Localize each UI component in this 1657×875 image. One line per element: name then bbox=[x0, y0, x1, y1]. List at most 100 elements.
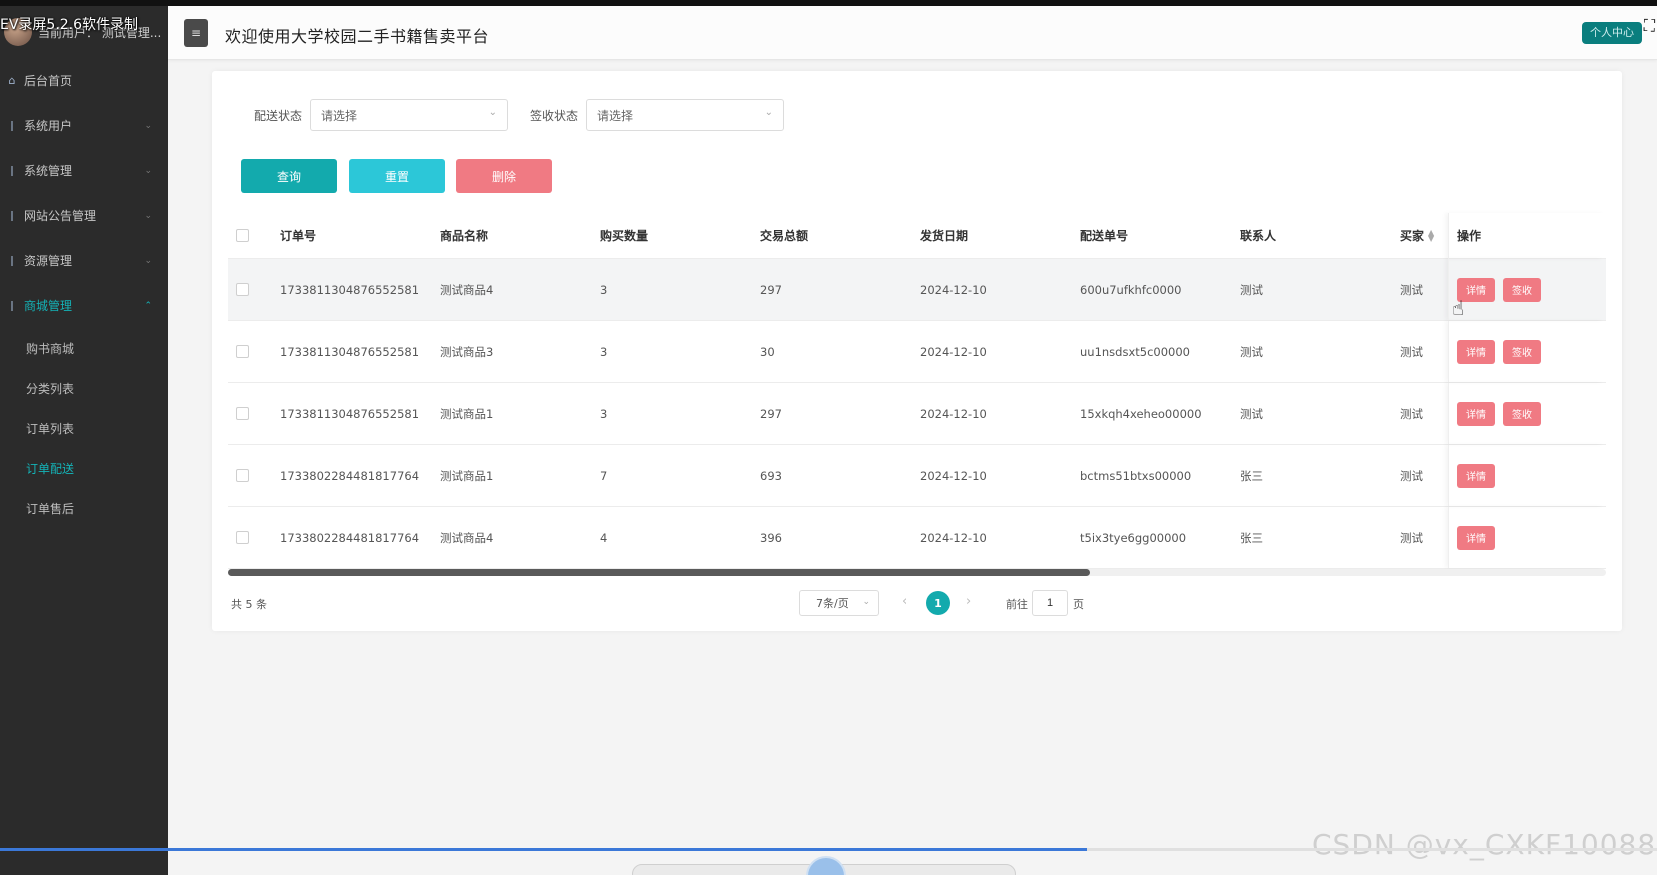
page-size-select[interactable]: 7条/页 ⌄ bbox=[799, 590, 879, 616]
total-count: 共 5 条 bbox=[231, 598, 267, 611]
delivery-status-select[interactable]: 请选择 ⌄ bbox=[310, 99, 509, 131]
row-select-cell bbox=[228, 469, 280, 482]
select-value: 请选择 bbox=[321, 108, 358, 123]
row-checkbox[interactable] bbox=[236, 283, 249, 296]
cell-product-name: 测试商品1 bbox=[440, 406, 494, 421]
sign-button[interactable]: 签收 bbox=[1503, 339, 1541, 364]
detail-button[interactable]: 详情 bbox=[1457, 525, 1495, 550]
sidebar-item-label: 资源管理 bbox=[24, 254, 73, 268]
sidebar-subitem-order-list[interactable]: 订单列表 bbox=[0, 408, 168, 448]
row-select-cell bbox=[228, 283, 280, 296]
play-icon[interactable] bbox=[806, 856, 846, 875]
cell-buyer: 测试 bbox=[1400, 530, 1423, 545]
cell-contact: 测试 bbox=[1240, 344, 1263, 359]
cell-order-no: 1733811304876552581 bbox=[280, 406, 420, 421]
detail-button[interactable]: 详情 bbox=[1457, 463, 1495, 488]
sort-icon[interactable]: ▲ ▼ bbox=[1428, 228, 1434, 242]
cell-buyer: 测试 bbox=[1400, 344, 1423, 359]
cell-total: 297 bbox=[760, 406, 782, 421]
filter-label: 配送状态 bbox=[254, 108, 303, 123]
next-page-icon[interactable]: › bbox=[966, 594, 971, 609]
query-button[interactable]: 查询 bbox=[241, 159, 337, 193]
menu-icon: ǀ bbox=[10, 209, 14, 222]
row-select-cell bbox=[228, 407, 280, 420]
cell-product-name: 测试商品4 bbox=[440, 282, 494, 297]
cell-order-no: 1733802284481817764 bbox=[280, 530, 420, 545]
player-progress-bar[interactable] bbox=[0, 848, 1657, 851]
row-actions: 详情 签收 bbox=[1448, 321, 1604, 382]
page-size-value: 7条/页 bbox=[816, 597, 849, 610]
sidebar-subitem-after-sales[interactable]: 订单售后 bbox=[0, 488, 168, 528]
sign-button[interactable]: 签收 bbox=[1503, 277, 1541, 302]
cell-contact: 测试 bbox=[1240, 406, 1263, 421]
select-all-checkbox[interactable] bbox=[236, 229, 249, 242]
cell-order-no: 1733811304876552581 bbox=[280, 282, 420, 297]
row-actions: 详情 bbox=[1448, 445, 1604, 506]
cell-ship-date: 2024-12-10 bbox=[920, 406, 987, 421]
row-checkbox[interactable] bbox=[236, 345, 249, 358]
menu-icon: ǀ bbox=[10, 119, 14, 132]
content-card: 配送状态 请选择 ⌄ 签收状态 请选择 ⌄ 查询 重置 删除 订单号 商品名称 … bbox=[212, 71, 1622, 631]
cell-product-name: 测试商品1 bbox=[440, 468, 494, 483]
row-actions: 详情 签收 bbox=[1448, 383, 1604, 444]
watermark: CSDN @vx_CXKF10088 bbox=[1312, 828, 1657, 861]
cell-delivery-no: t5ix3tye6gg00000 bbox=[1080, 530, 1187, 545]
goto-label: 前往 bbox=[1006, 598, 1028, 611]
cell-order-no: 1733802284481817764 bbox=[280, 468, 420, 483]
sidebar-subitem-order-delivery[interactable]: 订单配送 bbox=[0, 448, 168, 488]
cell-total: 297 bbox=[760, 282, 782, 297]
detail-button[interactable]: 详情 bbox=[1457, 339, 1495, 364]
cell-delivery-no: uu1nsdsxt5c00000 bbox=[1080, 344, 1191, 359]
col-quantity: 购买数量 bbox=[600, 229, 649, 243]
sidebar-item-system-management[interactable]: ǀ 系统管理 ⌄ bbox=[0, 148, 168, 193]
col-buyer[interactable]: 买家 ▲ ▼ bbox=[1400, 227, 1448, 244]
top-header: ≡ 欢迎使用大学校园二手书籍售卖平台 个人中心 bbox=[168, 6, 1657, 60]
menu-toggle-icon[interactable]: ≡ bbox=[184, 19, 208, 47]
receipt-status-select[interactable]: 请选择 ⌄ bbox=[586, 99, 785, 131]
chevron-down-icon: ⌄ bbox=[144, 120, 152, 131]
page-number-current[interactable]: 1 bbox=[926, 591, 950, 615]
table-row: 1733802284481817764 测试商品1 7 693 2024-12-… bbox=[228, 445, 1606, 507]
cell-ship-date: 2024-12-10 bbox=[920, 468, 987, 483]
progress-remaining bbox=[1087, 848, 1657, 851]
col-order-no: 订单号 bbox=[280, 229, 317, 243]
col-total: 交易总额 bbox=[760, 229, 809, 243]
select-all-cell bbox=[228, 229, 280, 242]
cell-quantity: 7 bbox=[600, 468, 608, 483]
cell-buyer: 测试 bbox=[1400, 406, 1423, 421]
sidebar-item-label: 系统用户 bbox=[24, 119, 73, 133]
chevron-down-icon: ⌄ bbox=[144, 210, 152, 221]
sidebar-item-announcements[interactable]: ǀ 网站公告管理 ⌄ bbox=[0, 193, 168, 238]
pagination: 共 5 条 7条/页 ⌄ ‹ 1 › 前往 页 bbox=[212, 590, 1622, 616]
row-checkbox[interactable] bbox=[236, 469, 249, 482]
col-ship-date: 发货日期 bbox=[920, 229, 969, 243]
scrollbar-thumb[interactable] bbox=[228, 569, 1090, 576]
sidebar-item-mall[interactable]: ǀ 商城管理 ⌃ bbox=[0, 283, 168, 328]
detail-button[interactable]: 详情 bbox=[1457, 401, 1495, 426]
row-select-cell bbox=[228, 345, 280, 358]
sidebar-subitem-book-mall[interactable]: 购书商城 bbox=[0, 328, 168, 368]
row-checkbox[interactable] bbox=[236, 407, 249, 420]
sidebar-item-resources[interactable]: ǀ 资源管理 ⌄ bbox=[0, 238, 168, 283]
personal-center-button[interactable]: 个人中心 bbox=[1582, 22, 1642, 44]
sidebar-item-system-users[interactable]: ǀ 系统用户 ⌄ bbox=[0, 103, 168, 148]
sign-button[interactable]: 签收 bbox=[1503, 401, 1541, 426]
orders-table: 订单号 商品名称 购买数量 交易总额 发货日期 配送单号 联系人 买家 ▲ ▼ 操… bbox=[228, 212, 1606, 569]
sidebar-subitem-category-list[interactable]: 分类列表 bbox=[0, 368, 168, 408]
goto-page-input[interactable] bbox=[1032, 590, 1068, 616]
reset-button[interactable]: 重置 bbox=[349, 159, 445, 193]
horizontal-scrollbar[interactable] bbox=[228, 569, 1606, 576]
filter-delivery-status: 配送状态 请选择 ⌄ bbox=[254, 99, 509, 131]
prev-page-icon[interactable]: ‹ bbox=[902, 594, 907, 609]
cell-quantity: 4 bbox=[600, 530, 608, 545]
fullscreen-icon[interactable]: ⛶ bbox=[1644, 16, 1655, 36]
menu-icon: ǀ bbox=[10, 164, 14, 177]
chevron-down-icon: ⌄ bbox=[144, 165, 152, 176]
sidebar-item-dashboard[interactable]: ⌂ 后台首页 bbox=[0, 58, 168, 103]
table-header: 订单号 商品名称 购买数量 交易总额 发货日期 配送单号 联系人 买家 ▲ ▼ 操… bbox=[228, 212, 1606, 259]
cell-delivery-no: bctms51btxs00000 bbox=[1080, 468, 1192, 483]
row-checkbox[interactable] bbox=[236, 531, 249, 544]
recorder-title: EV录屏5.2.6软件录制 bbox=[0, 17, 139, 33]
delete-button[interactable]: 删除 bbox=[456, 159, 552, 193]
chevron-up-icon: ⌃ bbox=[144, 300, 152, 311]
